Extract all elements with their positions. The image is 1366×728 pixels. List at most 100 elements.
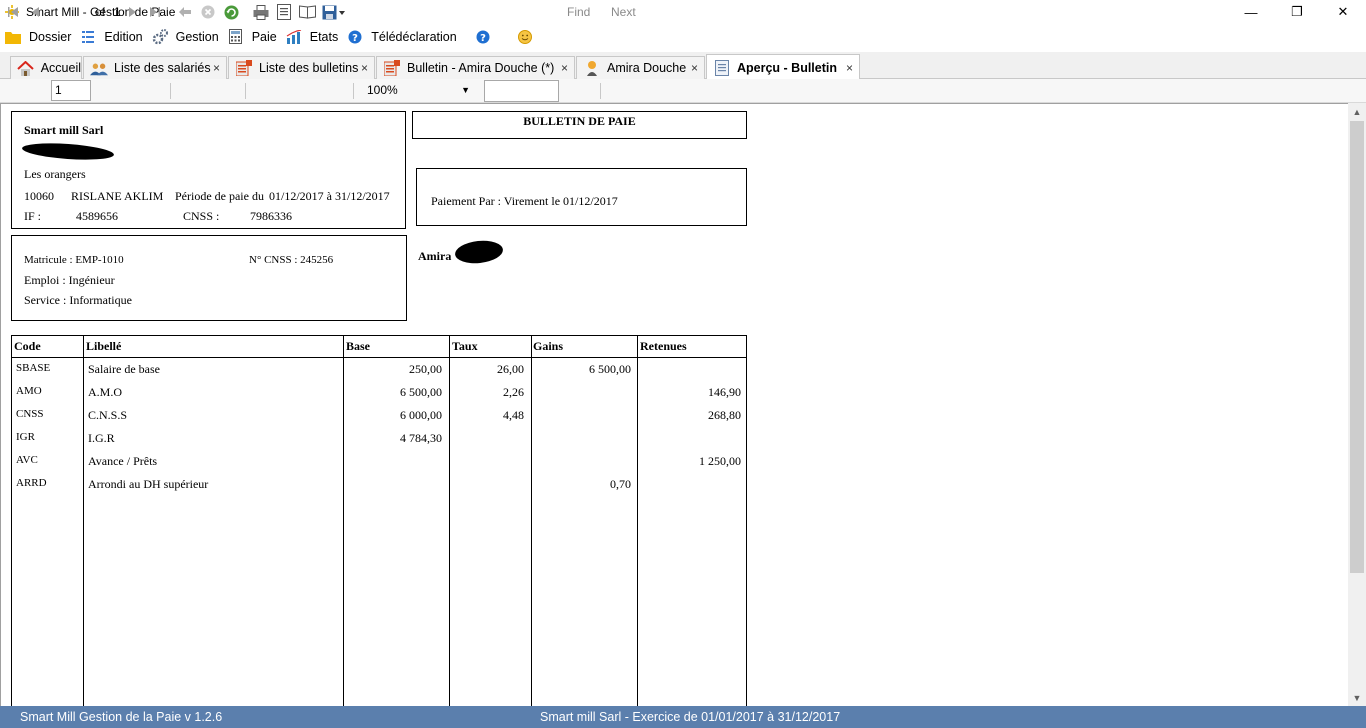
tab-label: Bulletin - Amira Douche (*) — [407, 61, 555, 75]
tab-liste-des-salaries[interactable]: Liste des salariés × — [83, 56, 227, 79]
table-cell-retenues: 268,80 — [708, 408, 741, 422]
tab-bulletin-amira-douche[interactable]: Bulletin - Amira Douche (*) × — [376, 56, 575, 79]
table-cell-gains: 6 500,00 — [589, 362, 631, 376]
column-header-code: Code — [14, 339, 41, 353]
tab-label: Liste des salariés — [114, 61, 211, 75]
tab-close-button[interactable]: × — [361, 61, 368, 75]
employee-job: Emploi : Ingénieur — [24, 273, 115, 287]
tab-liste-des-bulletins[interactable]: Liste des bulletins × — [228, 56, 375, 79]
folder-icon — [5, 29, 21, 45]
first-page-icon[interactable] — [6, 3, 20, 21]
minimize-button[interactable]: — — [1228, 0, 1274, 24]
zoom-value: 100% — [367, 83, 398, 97]
app-version-text: Smart Mill Gestion de la Paie v 1.2.6 — [20, 710, 223, 724]
menu-teledeclaration[interactable]: ? Télédéclaration — [347, 25, 457, 48]
employee-matricule: Matricule : EMP-1010 — [24, 254, 124, 266]
close-window-button[interactable]: ✕ — [1320, 0, 1366, 24]
table-cell-label: Salaire de base — [88, 362, 160, 376]
stop-icon[interactable] — [200, 3, 216, 21]
if-label: IF : — [24, 209, 42, 223]
menu-label: Gestion — [175, 29, 219, 44]
column-header-retenues: Retenues — [640, 339, 687, 353]
tab-accueil[interactable]: Accueil — [10, 56, 82, 79]
page-setup-icon[interactable] — [298, 3, 316, 21]
previous-page-icon[interactable] — [28, 3, 42, 21]
find-next-button[interactable]: Next — [611, 3, 636, 21]
column-header-base: Base — [346, 339, 370, 353]
cnss-value: 7986336 — [250, 209, 292, 223]
document-icon — [713, 59, 731, 76]
calculator-icon — [228, 29, 244, 45]
svg-text:?: ? — [352, 33, 358, 44]
table-cell-code: IGR — [16, 431, 35, 443]
column-header-gains: Gains — [533, 339, 564, 353]
tab-label: Aperçu - Bulletin — [737, 60, 838, 75]
zoom-select[interactable]: 100% ▼ — [362, 81, 474, 100]
users-icon — [90, 60, 108, 76]
print-icon[interactable] — [252, 3, 270, 21]
tab-amira-douche[interactable]: Amira Douche × — [576, 56, 705, 79]
scroll-down-icon[interactable]: ▼ — [1348, 689, 1366, 706]
page-of-label: of — [95, 5, 106, 19]
smiley-icon — [517, 29, 533, 45]
print-layout-icon[interactable] — [275, 3, 293, 21]
table-cell-code: AVC — [16, 454, 38, 466]
menu-edition[interactable]: Edition — [80, 25, 143, 48]
document-tab-bar: Accueil Liste des salariés × Liste des b… — [0, 52, 1366, 80]
total-pages-label: 1 — [114, 5, 121, 19]
tab-close-button[interactable]: × — [846, 61, 853, 75]
table-cell-code: ARRD — [16, 477, 47, 489]
tab-close-button[interactable]: × — [691, 61, 698, 75]
menu-paie[interactable]: Paie — [228, 25, 277, 48]
fiscal-year-text: Smart mill Sarl - Exercice de 01/01/2017… — [540, 710, 841, 724]
next-page-icon[interactable] — [126, 3, 140, 21]
menu-help[interactable]: ? — [475, 25, 499, 48]
tab-close-button[interactable]: × — [213, 61, 220, 75]
tab-close-button[interactable]: × — [561, 61, 568, 75]
table-cell-label: C.N.S.S — [88, 408, 128, 422]
scrollbar-thumb[interactable] — [1350, 121, 1364, 573]
refresh-icon[interactable] — [223, 3, 239, 21]
person-icon — [583, 60, 601, 76]
list-icon — [80, 29, 96, 45]
find-button[interactable]: Find — [567, 3, 590, 21]
export-save-icon[interactable] — [321, 3, 347, 21]
table-cell-code: SBASE — [16, 362, 51, 374]
table-cell-taux: 26,00 — [497, 362, 524, 376]
toolbar-separator — [170, 83, 171, 99]
vertical-scrollbar[interactable]: ▲ ▼ — [1348, 103, 1366, 706]
employee-name: Amira — [418, 249, 452, 263]
find-text-input[interactable] — [484, 80, 559, 102]
table-cell-taux: 4,48 — [503, 408, 524, 422]
help-circle-icon: ? — [475, 29, 491, 45]
tab-label: Amira Douche — [607, 61, 687, 75]
menu-label: Télédéclaration — [371, 29, 457, 44]
table-cell-label: I.G.R — [88, 431, 115, 445]
scroll-up-icon[interactable]: ▲ — [1348, 103, 1366, 120]
menu-label: Paie — [251, 29, 277, 44]
svg-text:?: ? — [480, 33, 486, 44]
chart-icon — [286, 29, 302, 45]
back-icon[interactable] — [178, 3, 192, 21]
menu-dossier[interactable]: Dossier — [5, 25, 71, 48]
company-address: Les orangers — [24, 167, 86, 181]
company-name: Smart mill Sarl — [24, 123, 104, 137]
column-divider — [83, 336, 84, 707]
cnss-label: CNSS : — [183, 209, 220, 223]
table-cell-retenues: 146,90 — [708, 385, 741, 399]
menu-etats[interactable]: Etats — [286, 25, 338, 48]
last-page-icon[interactable] — [148, 3, 162, 21]
company-postal-code: 10060 — [24, 189, 54, 203]
menu-about[interactable] — [517, 25, 541, 48]
page-number-input[interactable]: 1 — [51, 80, 91, 101]
restore-button[interactable]: ❐ — [1274, 0, 1320, 24]
menu-label: Dossier — [29, 29, 72, 44]
status-bar: Smart Mill Gestion de la Paie v 1.2.6 Sm… — [0, 706, 1366, 728]
menu-gestion[interactable]: Gestion — [152, 25, 219, 48]
table-cell-code: AMO — [16, 385, 42, 397]
report-toolbar — [0, 79, 1366, 103]
table-cell-label: Arrondi au DH supérieur — [88, 477, 209, 491]
tab-apercu-bulletin[interactable]: Aperçu - Bulletin × — [706, 54, 860, 80]
chevron-down-icon: ▼ — [461, 85, 470, 95]
if-value: 4589656 — [76, 209, 118, 223]
